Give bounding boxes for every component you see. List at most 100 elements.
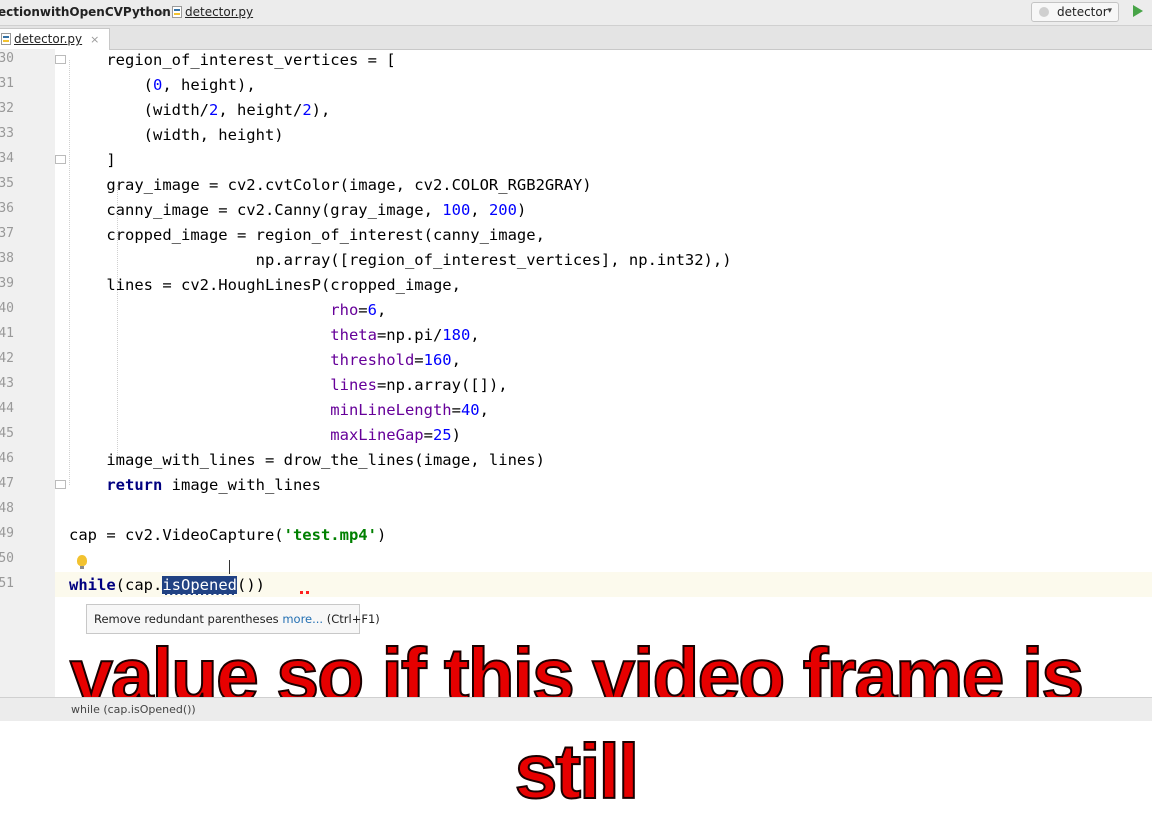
code-line[interactable]: (0, height), <box>69 73 256 98</box>
code-line[interactable]: minLineLength=40, <box>69 398 489 423</box>
indent-guide <box>117 185 118 455</box>
code-line[interactable]: maxLineGap=25) <box>69 423 461 448</box>
code-token: ) <box>516 201 527 219</box>
run-configuration-dropdown[interactable]: detector ▾ <box>1031 2 1119 22</box>
code-token: 25 <box>432 426 452 444</box>
code-line[interactable]: cap = cv2.VideoCapture('test.mp4') <box>69 523 386 548</box>
code-token: canny_image = cv2.Canny(gray_image, <box>69 201 443 219</box>
code-line[interactable]: image_with_lines = drow_the_lines(image,… <box>69 448 545 473</box>
code-token: 200 <box>488 201 517 219</box>
code-token: np.array([region_of_interest_vertices], … <box>69 251 732 269</box>
code-token: image_with_lines <box>162 476 321 494</box>
breadcrumb-separator: › <box>160 6 165 19</box>
indent-guide <box>69 60 70 485</box>
breadcrumb-project[interactable]: ectionwithOpenCVPython <box>0 5 171 19</box>
code-line[interactable]: cropped_image = region_of_interest(canny… <box>69 223 545 248</box>
code-token: , height/ <box>218 101 303 119</box>
fold-marker[interactable] <box>55 55 66 64</box>
code-token: 180 <box>442 326 471 344</box>
tooltip-more-link[interactable]: more... <box>282 612 323 626</box>
close-tab-icon[interactable]: × <box>90 33 99 46</box>
code-token: =np.pi/ <box>376 326 443 344</box>
code-token: lines = cv2.HoughLinesP(cropped_image, <box>69 276 461 294</box>
python-config-icon <box>1039 7 1049 17</box>
code-token: cropped_image = region_of_interest(canny… <box>69 226 545 244</box>
code-token: theta <box>330 326 377 344</box>
status-bar: while (cap.isOpened()) <box>0 697 1152 721</box>
code-token: , <box>451 351 461 369</box>
chevron-down-icon: ▾ <box>1107 6 1112 16</box>
code-token: 2 <box>302 101 312 119</box>
code-token: , <box>479 401 489 419</box>
code-token: ), <box>311 101 331 119</box>
code-token: maxLineGap <box>330 426 424 444</box>
code-token: rho <box>330 301 359 319</box>
navigation-bar: ectionwithOpenCVPython › detector.py det… <box>0 0 1152 26</box>
code-line[interactable]: canny_image = cv2.Canny(gray_image, 100,… <box>69 198 526 223</box>
code-token: gray_image = cv2.cvtColor(image, cv2.COL… <box>69 176 592 194</box>
code-token: ) <box>451 426 461 444</box>
code-line[interactable]: lines=np.array([]), <box>69 373 507 398</box>
run-button[interactable] <box>1133 5 1143 17</box>
breadcrumb-context[interactable]: while (cap.isOpened()) <box>71 703 196 716</box>
fold-marker[interactable] <box>55 155 66 164</box>
code-token: , <box>376 301 387 319</box>
code-line[interactable]: theta=np.pi/180, <box>69 323 480 348</box>
code-token: = <box>451 401 461 419</box>
code-token: 'test.mp4' <box>283 526 377 544</box>
code-token: 40 <box>460 401 480 419</box>
code-token: ()) <box>237 576 265 594</box>
code-token: return <box>106 476 163 494</box>
code-token: = <box>423 426 433 444</box>
code-line[interactable]: np.array([region_of_interest_vertices], … <box>69 248 732 273</box>
code-line[interactable]: while(cap.isOpened()) <box>69 573 265 598</box>
code-token: 0 <box>153 76 163 94</box>
code-line[interactable]: threshold=160, <box>69 348 461 373</box>
run-configuration-label: detector <box>1057 5 1108 19</box>
code-line[interactable]: region_of_interest_vertices = [ <box>69 48 395 73</box>
code-line[interactable]: return image_with_lines <box>69 473 321 498</box>
tab-label: detector.py <box>14 32 83 46</box>
breadcrumb-file-label: detector.py <box>185 5 254 19</box>
code-token: cap = cv2.VideoCapture( <box>69 526 284 544</box>
code-token: ) <box>376 526 387 544</box>
code-line[interactable]: (width/2, height/2), <box>69 98 331 123</box>
lightbulb-icon[interactable] <box>77 555 87 569</box>
code-token: = <box>414 351 424 369</box>
code-token: ] <box>69 151 116 169</box>
warning-squiggle <box>300 591 312 594</box>
code-token: (cap. <box>115 576 163 594</box>
code-token: 6 <box>367 301 377 319</box>
code-line[interactable]: (width, height) <box>69 123 284 148</box>
code-token: 2 <box>208 101 219 119</box>
video-subtitle: value so if this video frame is still <box>69 632 1085 816</box>
tooltip-text: Remove redundant parentheses <box>94 612 283 626</box>
mouse-cursor <box>229 560 230 574</box>
tooltip-shortcut: (Ctrl+F1) <box>323 612 380 626</box>
python-file-icon <box>172 6 182 18</box>
code-token: lines <box>330 376 377 394</box>
selected-token: isOpened <box>162 576 237 595</box>
fold-marker[interactable] <box>55 480 66 489</box>
code-token: threshold <box>330 351 415 369</box>
code-token: , height), <box>162 76 256 94</box>
python-file-icon <box>1 33 11 45</box>
code-token: ( <box>69 76 153 94</box>
breadcrumb-file[interactable]: detector.py <box>172 5 253 19</box>
code-token: 160 <box>423 351 452 369</box>
code-editor[interactable]: region_of_interest_vertices = [ (0, heig… <box>0 49 1152 697</box>
code-line[interactable]: lines = cv2.HoughLinesP(cropped_image, <box>69 273 461 298</box>
code-token: (width/ <box>69 101 209 119</box>
code-line[interactable]: gray_image = cv2.cvtColor(image, cv2.COL… <box>69 173 592 198</box>
code-token: , <box>470 326 480 344</box>
tab-detector-py[interactable]: detector.py × <box>0 28 111 50</box>
code-line[interactable]: ] <box>69 148 116 173</box>
code-token: , <box>470 201 489 219</box>
